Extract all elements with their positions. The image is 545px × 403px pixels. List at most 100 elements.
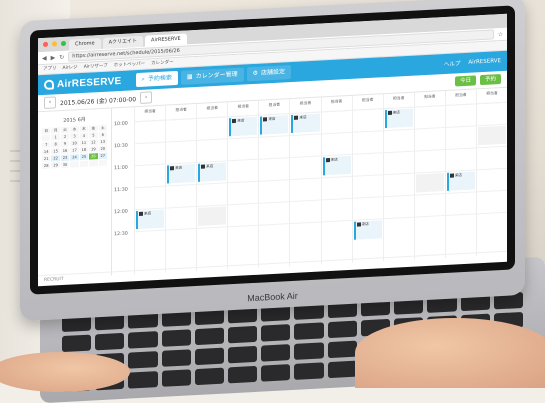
browser-tab[interactable]: Chrome [69, 38, 101, 51]
booking-block[interactable]: 来店 [353, 220, 382, 240]
time-label: 12:00 [114, 209, 128, 216]
weekday-header: 月 [51, 127, 60, 134]
browser-tab[interactable]: Aクリエイト [102, 35, 144, 49]
minimize-window-icon[interactable] [52, 41, 57, 47]
staff-column[interactable]: 担当者 来店 [165, 104, 197, 273]
booking-block[interactable]: 来店 [136, 209, 165, 230]
keyboard-key [62, 334, 92, 353]
next-day-button[interactable]: › [140, 91, 153, 104]
calendar-day[interactable]: 2 [60, 133, 70, 141]
calendar-day[interactable]: 27 [98, 152, 107, 160]
calendar-day[interactable]: 17 [70, 147, 79, 154]
calendar-day[interactable]: 9 [60, 140, 70, 148]
calendar-day[interactable]: 21 [42, 155, 51, 163]
booking-block[interactable]: 来店 [260, 115, 289, 135]
browser-tab-active[interactable]: AirRESERVE [145, 33, 187, 47]
calendar-day[interactable]: 1 [51, 134, 60, 141]
calendar-day[interactable]: 23 [60, 154, 70, 162]
calendar-day[interactable]: 30 [60, 161, 70, 169]
app-logo[interactable]: AirRESERVE [44, 75, 122, 90]
calendar-empty [98, 159, 107, 167]
new-reservation-button[interactable]: 予約 [479, 74, 501, 86]
star-icon[interactable]: ☆ [498, 30, 503, 37]
mini-calendar: 日月火水木金土 1 2 3 4 5 6 7 8 9 10 11 12 13 14 15 16 17 18 19 20 21… [42, 124, 107, 170]
bookmark-item[interactable]: カレンダー [151, 58, 174, 68]
header-right: ヘルプ AirRESERVE [444, 57, 501, 68]
staff-column[interactable]: 担当者 来店 [196, 102, 228, 272]
calendar-day[interactable]: 25 [79, 153, 89, 161]
bookmark-item[interactable]: ホットペッパー [114, 60, 146, 71]
today-button[interactable]: 今日 [454, 75, 476, 87]
close-window-icon[interactable] [43, 41, 48, 48]
weekday-header: 金 [89, 125, 98, 132]
calendar-empty [79, 160, 89, 168]
bookmark-item[interactable]: Airレジ [63, 63, 78, 73]
booking-block[interactable]: 来店 [446, 171, 475, 191]
booking-block[interactable]: 来店 [167, 164, 196, 184]
back-icon[interactable]: ◀ [42, 54, 47, 61]
main-content: 2015 6月 日月火水木金土 1 2 3 4 5 6 7 8 9 10 11 12 13 14 15 16 17… [38, 87, 507, 280]
staff-column[interactable]: 担当者 来店 [289, 97, 321, 267]
nav-calendar-management[interactable]: ▦ カレンダー管理 [180, 67, 244, 85]
keyboard-key [228, 365, 258, 384]
staff-column[interactable]: 担当者 来店 [444, 89, 476, 258]
calendar-day[interactable]: 6 [98, 131, 107, 139]
calendar-day[interactable]: 24 [70, 154, 79, 161]
calendar-day[interactable]: 22 [51, 155, 60, 162]
person-icon [232, 118, 237, 124]
person-icon [139, 211, 143, 216]
booking-label: 来店 [454, 173, 463, 178]
calendar-day[interactable]: 18 [79, 146, 89, 154]
nav-store-settings[interactable]: ⚙ 店舗設定 [246, 65, 291, 82]
calendar-day[interactable]: 14 [42, 148, 51, 156]
zoom-window-icon[interactable] [61, 40, 66, 47]
calendar-day[interactable]: 13 [98, 138, 107, 146]
keyboard-key [161, 349, 191, 367]
booking-block[interactable]: 来店 [322, 155, 351, 176]
person-icon [387, 110, 392, 115]
staff-column[interactable]: 担当者 来店 [351, 94, 383, 263]
calendar-day[interactable]: 16 [60, 147, 70, 155]
calendar-day[interactable]: 3 [70, 133, 79, 140]
calendar-day[interactable]: 28 [42, 162, 51, 170]
calendar-day[interactable]: 5 [89, 132, 98, 139]
bookmark-item[interactable]: アプリ [43, 64, 57, 74]
staff-column[interactable]: 担当者 [413, 90, 445, 260]
reload-icon[interactable]: ↻ [59, 53, 64, 60]
unavailable-slot [415, 173, 444, 193]
calendar-day[interactable]: 4 [79, 132, 89, 140]
calendar-day[interactable]: 15 [51, 148, 60, 155]
calendar-day[interactable]: 12 [89, 139, 98, 146]
keyboard-key [327, 320, 357, 339]
booking-label: 来店 [144, 211, 152, 216]
booking-label: 来店 [175, 165, 183, 171]
forward-icon[interactable]: ▶ [51, 54, 56, 61]
mini-calendar-panel: 2015 6月 日月火水木金土 1 2 3 4 5 6 7 8 9 10 11 12 13 14 15 16 17… [38, 108, 112, 280]
account-menu[interactable]: AirRESERVE [468, 58, 501, 66]
calendar-day[interactable]: 8 [51, 141, 60, 148]
keyboard-key [294, 342, 324, 360]
staff-column[interactable]: 担当者 来店 [227, 100, 259, 270]
calendar-day[interactable]: 29 [51, 162, 60, 169]
staff-column[interactable]: 担当者 [475, 87, 507, 257]
prev-day-button[interactable]: ‹ [44, 96, 56, 109]
booking-block[interactable]: 来店 [384, 108, 413, 129]
bookmark-item[interactable]: Airリザーブ [84, 62, 108, 72]
calendar-day[interactable]: 26 [89, 153, 98, 160]
nav-reservation-search[interactable]: ⌕ 予約検索 [135, 70, 178, 88]
calendar-day[interactable]: 19 [89, 146, 98, 153]
booking-block[interactable]: 来店 [198, 162, 227, 182]
person-icon [294, 115, 299, 120]
booking-block[interactable]: 来店 [291, 113, 320, 134]
calendar-empty [42, 134, 51, 142]
staff-column[interactable]: 担当者 来店 [320, 95, 352, 265]
staff-column[interactable]: 担当者 来店 [134, 105, 166, 275]
calendar-day[interactable]: 20 [98, 145, 107, 153]
staff-column[interactable]: 担当者 来店 [382, 92, 414, 262]
help-link[interactable]: ヘルプ [444, 59, 461, 68]
calendar-day[interactable]: 7 [42, 141, 51, 149]
calendar-day[interactable]: 11 [79, 139, 89, 147]
calendar-day[interactable]: 10 [70, 140, 79, 147]
staff-column[interactable]: 担当者 来店 [258, 99, 290, 268]
booking-block[interactable]: 来店 [229, 116, 258, 137]
